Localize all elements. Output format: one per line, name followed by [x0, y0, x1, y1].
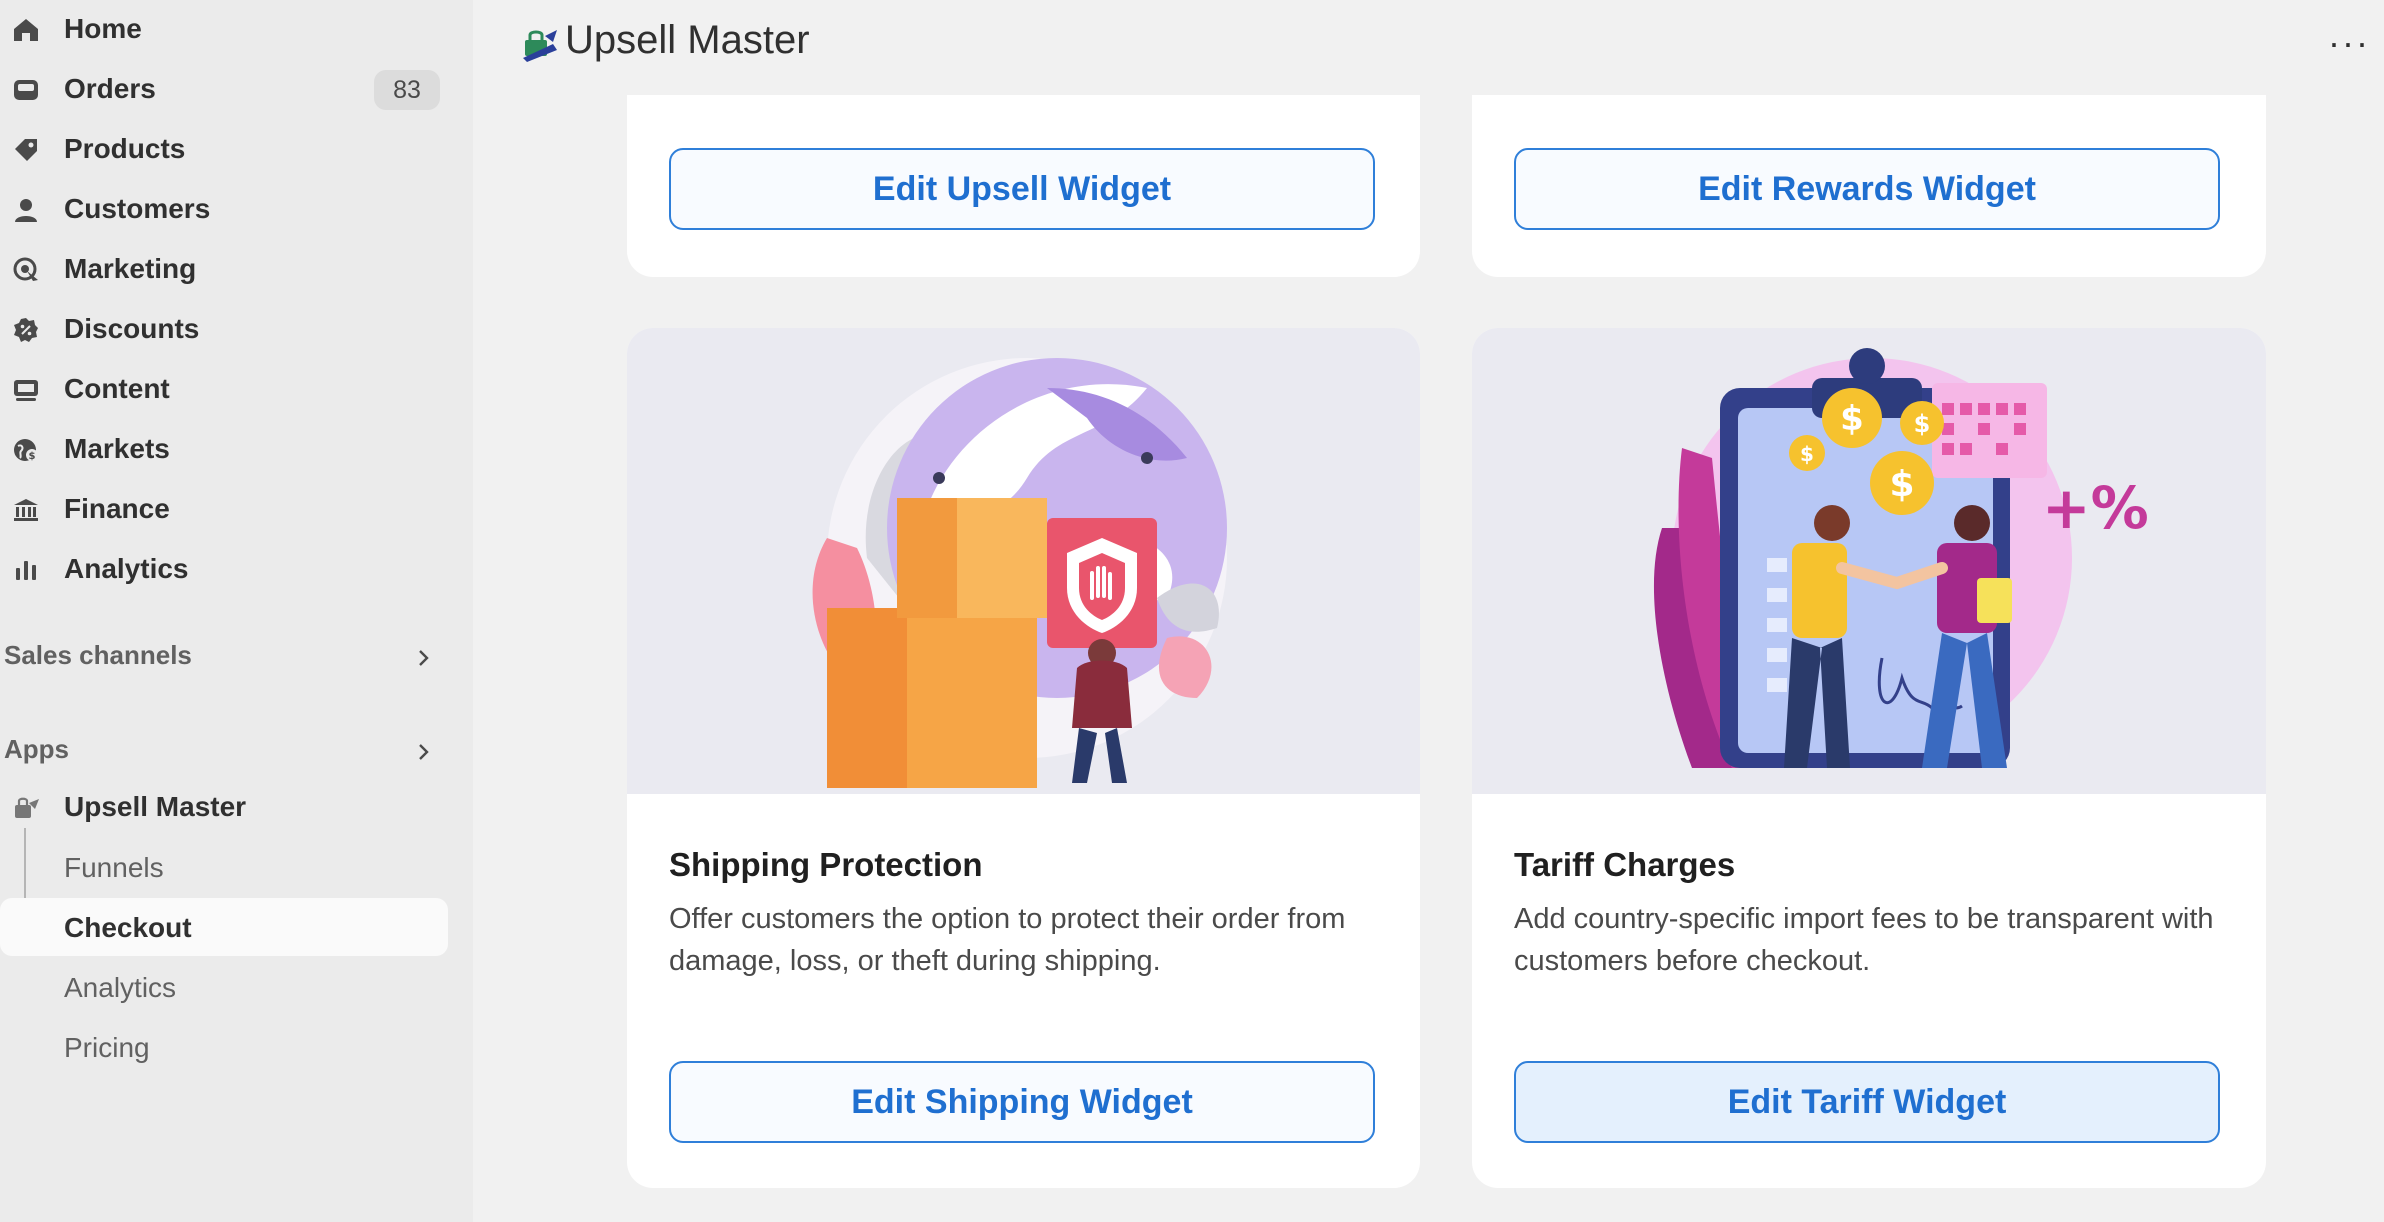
discount-icon — [10, 314, 42, 346]
main-content: Edit Upsell Widget Edit Rewards Widget S… — [473, 95, 2384, 1222]
sales-channels-section[interactable]: Sales channels — [0, 628, 448, 684]
shipping-protection-illustration — [627, 328, 1420, 794]
nav-marketing[interactable]: Marketing — [0, 240, 448, 298]
app-bag-icon — [10, 792, 42, 824]
nav-products[interactable]: Products — [0, 120, 448, 178]
shipping-protection-card: Shipping Protection Offer customers the … — [627, 328, 1420, 1188]
more-actions-icon[interactable]: ··· — [2328, 22, 2370, 64]
svg-text:$: $ — [1889, 464, 1914, 505]
nav-markets[interactable]: $ Markets — [0, 420, 448, 478]
card-description: Add country-specific import fees to be t… — [1514, 903, 2214, 977]
nav-label: Analytics — [64, 553, 189, 584]
svg-text:$: $ — [29, 451, 36, 462]
nav-customers[interactable]: Customers — [0, 180, 448, 238]
edit-shipping-widget-button[interactable]: Edit Shipping Widget — [669, 1061, 1375, 1143]
inbox-icon — [10, 74, 42, 106]
nav-label: Content — [64, 373, 170, 404]
nav-label: Home — [64, 13, 142, 44]
section-heading: Apps — [4, 734, 69, 764]
content-icon — [10, 374, 42, 406]
nav-label: Orders — [64, 73, 156, 104]
nav-analytics[interactable]: Analytics — [0, 540, 448, 598]
target-icon — [10, 254, 42, 286]
app-header: Upsell Master ··· — [473, 0, 2384, 95]
subnav-label: Checkout — [64, 912, 192, 943]
nav-label: Markets — [64, 433, 170, 464]
tag-icon — [10, 134, 42, 166]
card-title: Tariff Charges — [1514, 846, 1736, 883]
svg-text:+%: +% — [2042, 474, 2149, 542]
nav-label: Finance — [64, 493, 170, 524]
rewards-card: Edit Rewards Widget — [1472, 95, 2266, 277]
nav-label: Discounts — [64, 313, 200, 344]
section-heading: Sales channels — [4, 640, 192, 670]
nav-upsell-master[interactable]: Upsell Master — [0, 778, 448, 836]
edit-rewards-widget-button[interactable]: Edit Rewards Widget — [1514, 148, 2220, 230]
subnav-analytics[interactable]: Analytics — [0, 958, 448, 1016]
sidebar: Home Orders 83 Products Customers Market… — [0, 0, 473, 1222]
app-logo-icon — [523, 30, 557, 62]
subnav-pricing[interactable]: Pricing — [0, 1018, 448, 1076]
orders-count-badge: 83 — [374, 70, 440, 110]
subnav-checkout[interactable]: Checkout — [0, 898, 448, 956]
nav-home[interactable]: Home — [0, 0, 448, 58]
nav-label: Marketing — [64, 253, 197, 284]
apps-section[interactable]: Apps — [0, 722, 448, 778]
upsell-card: Edit Upsell Widget — [627, 95, 1420, 277]
tariff-charges-card: $ $ $ $ +% Tariff Charges Add country-sp… — [1472, 328, 2266, 1188]
svg-text:$: $ — [1840, 399, 1864, 439]
nav-discounts[interactable]: Discounts — [0, 300, 448, 358]
nav-label: Customers — [64, 193, 211, 224]
person-icon — [10, 194, 42, 226]
bar-chart-icon — [10, 554, 42, 586]
subnav-funnels[interactable]: Funnels — [0, 838, 448, 896]
nav-finance[interactable]: Finance — [0, 480, 448, 538]
edit-upsell-widget-button[interactable]: Edit Upsell Widget — [669, 148, 1375, 230]
nav-orders[interactable]: Orders 83 — [0, 60, 448, 118]
nav-content[interactable]: Content — [0, 360, 448, 418]
card-title: Shipping Protection — [669, 846, 983, 883]
svg-text:$: $ — [1914, 410, 1931, 438]
nav-label: Products — [64, 133, 186, 164]
svg-text:$: $ — [1800, 442, 1814, 466]
globe-icon: $ — [10, 434, 42, 466]
tariff-charges-illustration: $ $ $ $ +% — [1472, 328, 2266, 794]
subnav-label: Analytics — [64, 972, 177, 1003]
card-description: Offer customers the option to protect th… — [669, 903, 1346, 977]
subnav-label: Funnels — [64, 852, 164, 883]
subnav-label: Pricing — [64, 1032, 150, 1063]
edit-tariff-widget-button[interactable]: Edit Tariff Widget — [1514, 1061, 2220, 1143]
app-title: Upsell Master — [565, 18, 810, 62]
bank-icon — [10, 494, 42, 526]
chevron-right-icon — [419, 744, 429, 760]
chevron-right-icon — [419, 650, 429, 666]
nav-label: Upsell Master — [64, 791, 247, 822]
home-icon — [10, 14, 42, 46]
